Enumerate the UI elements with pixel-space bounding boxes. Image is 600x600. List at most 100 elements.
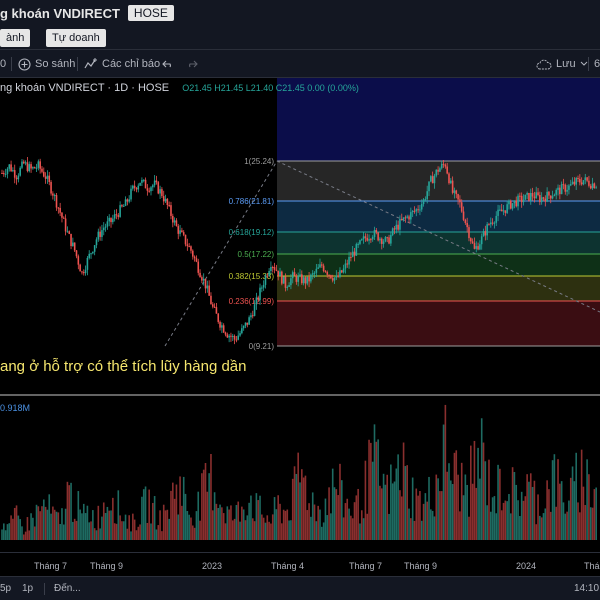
candle-body bbox=[546, 191, 548, 202]
candle-body bbox=[537, 192, 539, 196]
volume-bar bbox=[3, 523, 5, 540]
candle-body bbox=[404, 217, 407, 219]
x-tick-label: Tháng 9 bbox=[404, 561, 438, 571]
redo-button[interactable] bbox=[186, 50, 198, 78]
volume-bar bbox=[540, 517, 543, 540]
range-5p-button[interactable]: 5p bbox=[0, 583, 11, 594]
candle-body bbox=[32, 167, 34, 169]
candle-body bbox=[428, 181, 430, 192]
time-axis[interactable]: Tháng 7 Tháng 9 2023 Tháng 4 Tháng 7 Thá… bbox=[0, 552, 600, 576]
volume-bar bbox=[569, 477, 572, 540]
candle-body bbox=[504, 210, 507, 213]
volume-bar bbox=[313, 504, 316, 540]
volume-bar bbox=[126, 528, 129, 540]
candle-body bbox=[564, 184, 567, 192]
candle-body bbox=[342, 268, 345, 273]
candle-body bbox=[193, 256, 196, 259]
volume-bar bbox=[61, 508, 63, 540]
chart-pane[interactable]: 1(25.24) 0.786(21.81) 0.618(19.12) 0.5(1… bbox=[0, 78, 600, 552]
candle-body bbox=[326, 272, 329, 275]
candle-body bbox=[488, 224, 490, 226]
candle-body bbox=[509, 200, 512, 209]
x-tick-label: Thán bbox=[584, 561, 600, 571]
indicators-button[interactable]: Các chỉ báo bbox=[84, 50, 160, 78]
volume-bar bbox=[557, 459, 559, 540]
candle-body bbox=[548, 191, 550, 196]
candle-body bbox=[420, 204, 423, 210]
volume-bar bbox=[28, 530, 31, 540]
volume-bar bbox=[19, 519, 21, 540]
volume-bar bbox=[431, 510, 434, 540]
volume-bar bbox=[231, 520, 234, 540]
volume-bar bbox=[362, 518, 365, 540]
undo-button[interactable] bbox=[162, 50, 174, 78]
candle-body bbox=[135, 188, 138, 190]
candle-body bbox=[340, 270, 343, 273]
goto-date-button[interactable]: Đến... bbox=[54, 583, 81, 594]
save-button[interactable]: Lưu bbox=[536, 50, 588, 78]
volume-bar bbox=[453, 452, 456, 540]
volume-bar bbox=[161, 531, 163, 540]
volume-bar bbox=[117, 490, 120, 540]
x-tick-label: Tháng 7 bbox=[34, 561, 68, 571]
candle-body bbox=[413, 210, 416, 212]
range-1p-button[interactable]: 1p bbox=[22, 583, 33, 594]
volume-bar bbox=[255, 493, 258, 540]
volume-bar bbox=[277, 495, 279, 540]
candle-body bbox=[533, 196, 536, 199]
candle-body bbox=[328, 274, 330, 276]
volume-bar bbox=[211, 510, 214, 540]
candle-body bbox=[157, 182, 160, 194]
candle-body bbox=[153, 180, 156, 186]
volume-bar bbox=[68, 485, 71, 540]
volume-bar bbox=[235, 504, 238, 540]
tab-first[interactable]: ành bbox=[0, 29, 31, 47]
toolbar-more-button[interactable]: 6 bbox=[594, 50, 600, 78]
volume-bar bbox=[157, 525, 160, 540]
volume-bar bbox=[568, 500, 570, 540]
compare-button[interactable]: So sánh bbox=[18, 50, 75, 78]
tab-proprietary-trading[interactable]: Tự doanh bbox=[46, 29, 106, 47]
volume-bar bbox=[348, 508, 350, 540]
candle-body bbox=[75, 250, 78, 257]
candle-body bbox=[397, 224, 399, 230]
candle-body bbox=[155, 180, 158, 183]
candle-body bbox=[117, 215, 120, 217]
volume-bar bbox=[457, 474, 459, 540]
candle-body bbox=[166, 198, 169, 206]
volume-bar bbox=[248, 502, 250, 540]
candle-body bbox=[217, 313, 220, 322]
exchange-badge[interactable]: HOSE bbox=[127, 5, 174, 21]
chart-annotation-text[interactable]: ang ở hỗ trợ có thể tích lũy hàng dần bbox=[0, 358, 247, 375]
candle-body bbox=[417, 209, 419, 211]
volume-bar bbox=[64, 508, 67, 540]
volume-bar bbox=[77, 491, 80, 540]
candle-body bbox=[373, 230, 376, 237]
candle-body bbox=[284, 276, 287, 288]
candle-body bbox=[588, 180, 590, 186]
candle-body bbox=[288, 285, 290, 287]
candle-body bbox=[330, 275, 332, 279]
price-volume-chart[interactable]: 1(25.24) 0.786(21.81) 0.618(19.12) 0.5(1… bbox=[0, 78, 600, 552]
candle-body bbox=[23, 161, 25, 164]
fib-zone-0618-05 bbox=[277, 232, 600, 254]
volume-bar bbox=[230, 505, 232, 540]
volume-bar bbox=[270, 523, 272, 540]
candle-body bbox=[86, 257, 89, 270]
candle-body bbox=[79, 264, 81, 272]
volume-bar bbox=[219, 504, 221, 540]
candle-body bbox=[59, 207, 61, 213]
volume-bar bbox=[446, 471, 448, 540]
toolbar-divider bbox=[588, 57, 589, 71]
volume-bar bbox=[562, 502, 565, 540]
candle-body bbox=[482, 231, 485, 237]
volume-bar bbox=[259, 495, 261, 540]
volume-bar bbox=[308, 503, 310, 540]
volume-bar bbox=[424, 493, 427, 540]
volume-bar bbox=[480, 418, 483, 540]
toolbar-divider bbox=[77, 57, 78, 71]
interval-button[interactable]: 0 bbox=[0, 50, 6, 78]
candle-body bbox=[37, 161, 40, 168]
volume-bar bbox=[364, 460, 367, 540]
candle-body bbox=[357, 243, 359, 245]
